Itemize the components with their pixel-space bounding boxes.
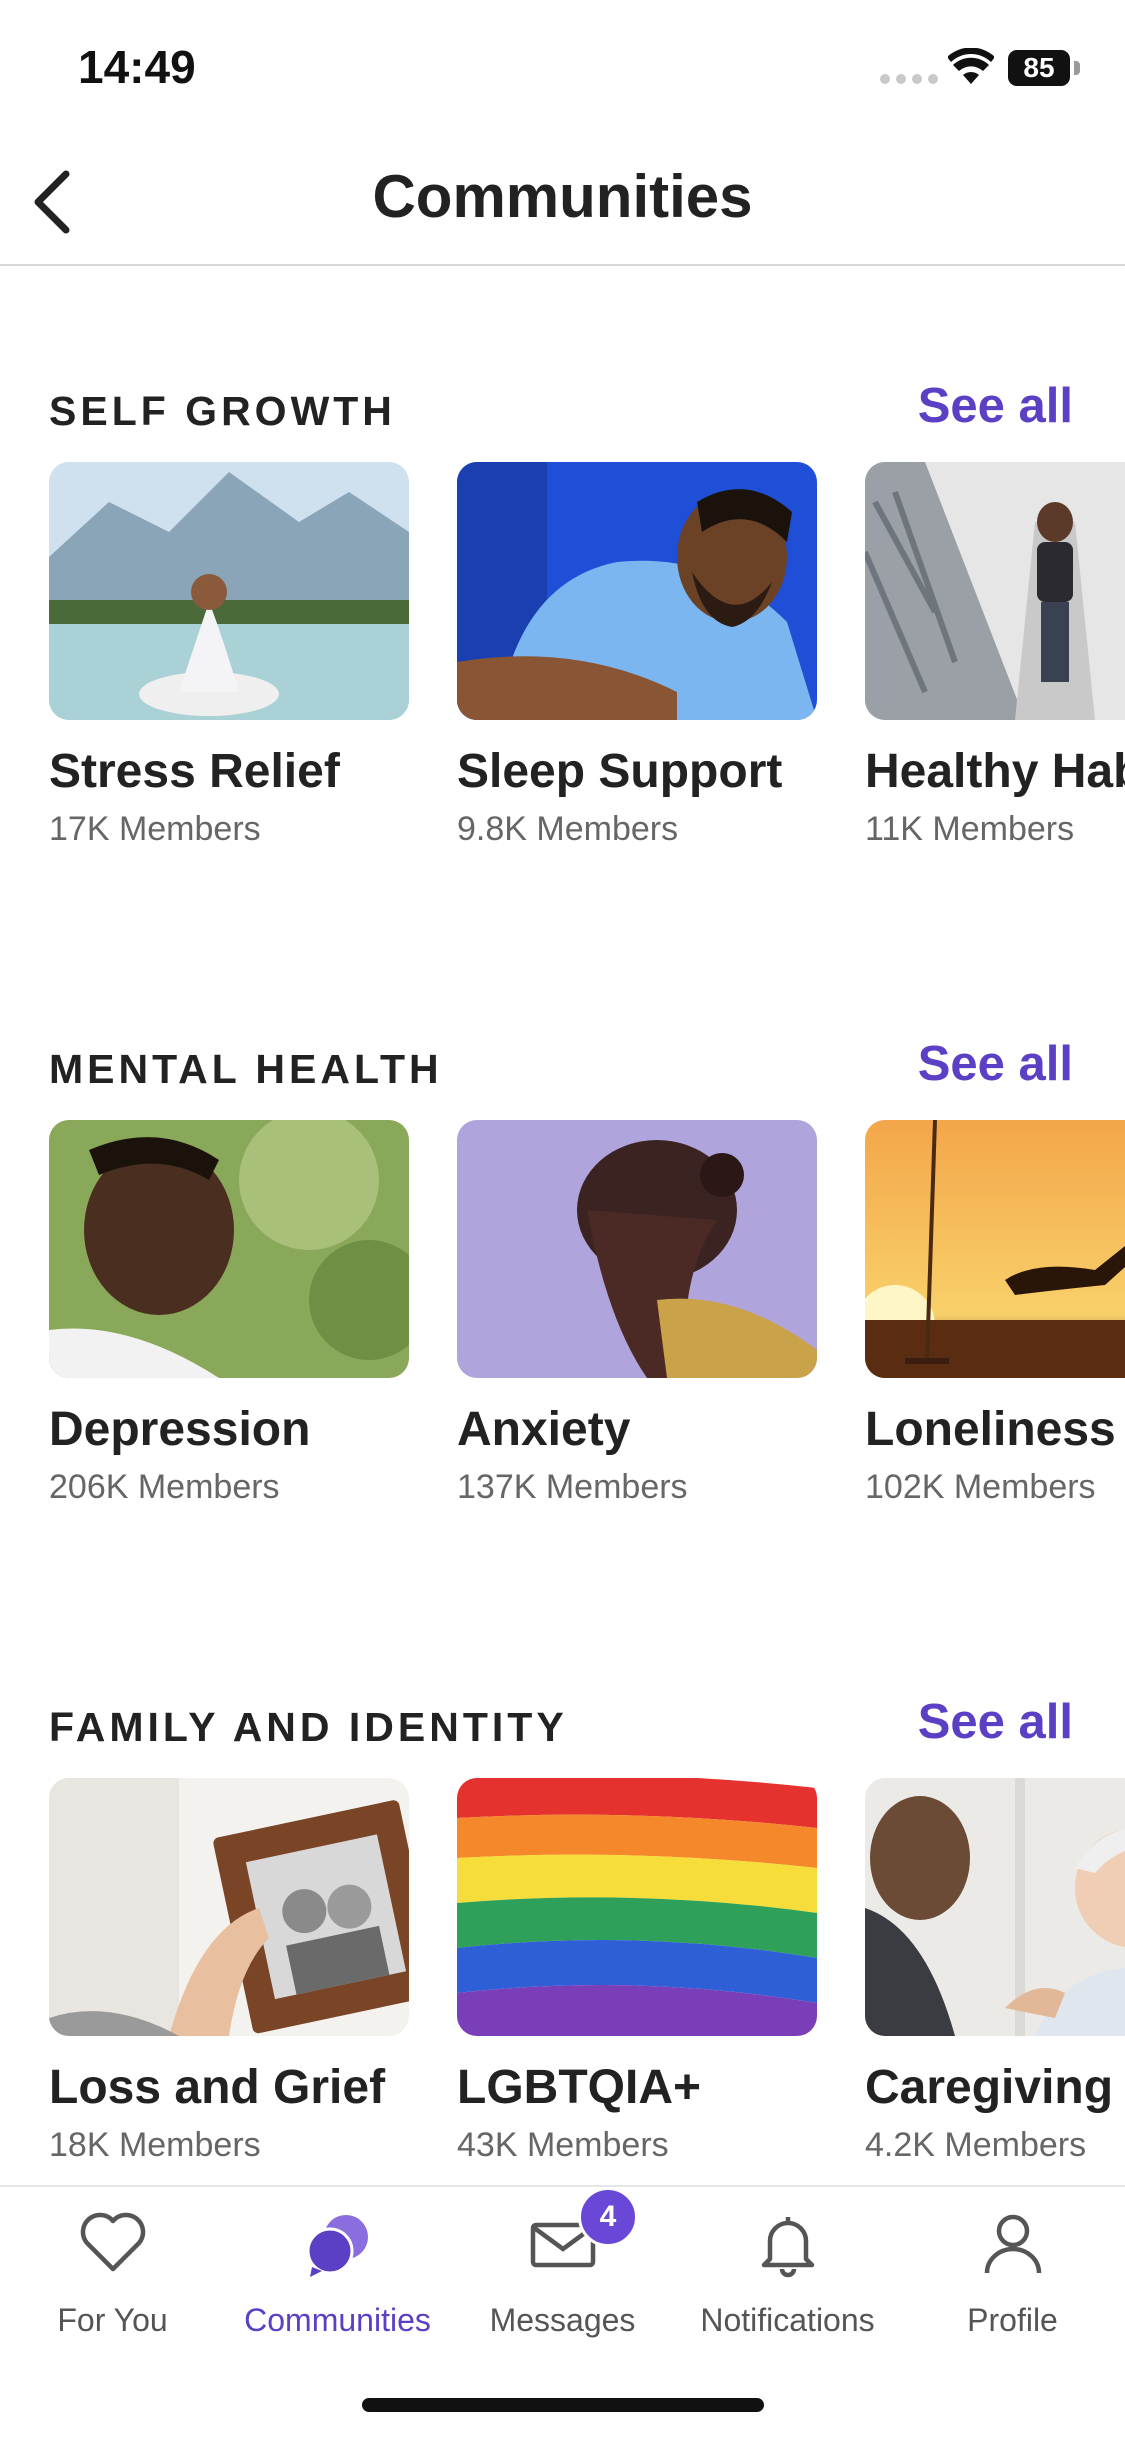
wifi-icon [948,48,994,84]
section-title: SELF GROWTH [49,388,396,434]
community-card-stress-relief[interactable]: Stress Relief 17K Members [49,462,409,842]
tab-label: Messages [489,2302,636,2338]
see-all-button[interactable]: See all [918,1694,1073,1750]
community-members: 206K Members [49,1468,280,1500]
community-image [865,1778,1125,2036]
community-card-anxiety[interactable]: Anxiety 137K Members [457,1120,817,1500]
person-icon [984,2214,1042,2274]
community-title: Loss and Grief [49,2061,386,2114]
tab-messages[interactable]: 4 Messages [450,2187,675,2357]
header: Communities [0,140,1125,266]
community-image [457,1120,817,1378]
community-image [865,1120,1125,1378]
tab-communities[interactable]: Communities [225,2207,450,2357]
community-title: Sleep Support [457,745,783,798]
community-members: 11K Members [865,810,1075,842]
community-members: 137K Members [457,1468,688,1500]
home-indicator[interactable] [362,2398,764,2412]
community-card-caregiving[interactable]: Caregiving 4.2K Members [865,1778,1125,2158]
bell-icon [761,2217,815,2278]
community-card-loneliness[interactable]: Loneliness 102K Members [865,1120,1125,1500]
heart-icon [80,2212,146,2272]
cellular-signal-icon [880,74,938,84]
community-title: Depression [49,1403,311,1456]
tab-label: Profile [967,2302,1058,2338]
battery-icon: 85 [1008,50,1080,86]
community-image [865,462,1125,720]
community-members: 43K Members [457,2126,669,2158]
community-image [457,1778,817,2036]
battery-level: 85 [1008,50,1070,86]
communities-icon [306,2215,368,2277]
card-carousel[interactable]: Stress Relief 17K Members Sleep Support … [49,462,1125,842]
section-title: FAMILY AND IDENTITY [49,1704,568,1750]
community-title: Loneliness [865,1403,1116,1456]
community-card-healthy-habits[interactable]: Healthy Hab 11K Members [865,462,1125,842]
community-card-lgbtqia[interactable]: LGBTQIA+ 43K Members [457,1778,817,2158]
tab-label: For You [57,2302,168,2338]
community-members: 9.8K Members [457,810,679,842]
section-title: MENTAL HEALTH [49,1046,443,1092]
community-image [49,1120,409,1378]
card-carousel[interactable]: Depression 206K Members Anxiety 137K Mem… [49,1120,1125,1500]
community-members: 4.2K Members [865,2126,1087,2158]
status-bar: 14:49 85 [0,0,1125,140]
community-image [457,462,817,720]
card-carousel[interactable]: Loss and Grief 18K Members LGBTQIA+ 43K … [49,1778,1125,2158]
page-title: Communities [372,163,753,230]
community-image [49,462,409,720]
see-all-button[interactable]: See all [918,378,1073,434]
community-members: 17K Members [49,810,261,842]
tab-profile[interactable]: Profile [900,2207,1125,2357]
tab-for-you[interactable]: For You [0,2207,225,2357]
see-all-button[interactable]: See all [918,1036,1073,1092]
community-members: 18K Members [49,2126,261,2158]
unread-messages-badge: 4 [578,2187,638,2247]
community-card-loss-and-grief[interactable]: Loss and Grief 18K Members [49,1778,409,2158]
community-card-depression[interactable]: Depression 206K Members [49,1120,409,1500]
tab-notifications[interactable]: Notifications [675,2207,900,2357]
community-image [49,1778,409,2036]
community-title: Stress Relief [49,745,340,798]
community-card-sleep-support[interactable]: Sleep Support 9.8K Members [457,462,817,842]
community-title: Healthy Hab [865,745,1125,798]
tab-label: Communities [244,2302,431,2338]
community-title: Anxiety [457,1403,631,1456]
community-members: 102K Members [865,1468,1096,1500]
community-title: Caregiving [865,2061,1114,2114]
status-time: 14:49 [78,41,196,93]
community-title: LGBTQIA+ [457,2061,702,2114]
tab-label: Notifications [700,2302,875,2338]
